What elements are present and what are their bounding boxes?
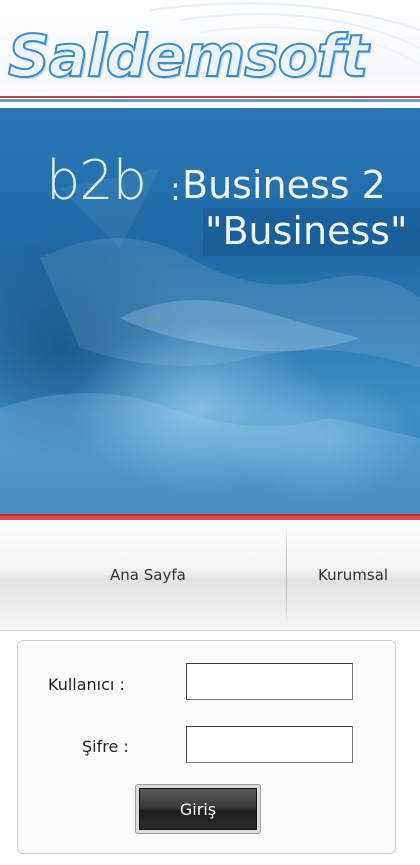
hero-banner: b2b : Business 2 "Business" xyxy=(0,108,420,514)
login-button-label: Giriş xyxy=(139,788,257,830)
site-logo[interactable]: Saldemsoft xyxy=(7,21,369,91)
username-field[interactable] xyxy=(186,663,353,700)
password-field[interactable] xyxy=(186,726,353,763)
header-divider-red xyxy=(0,96,420,98)
banner-b2b-text: b2b xyxy=(46,149,147,212)
password-label: Şifre : xyxy=(82,737,129,756)
banner-tagline-line2: "Business" xyxy=(205,209,408,253)
username-label: Kullanıcı : xyxy=(48,675,125,694)
header-divider-blue xyxy=(0,99,420,102)
nav-item-corporate[interactable]: Kurumsal xyxy=(318,520,388,630)
login-button[interactable]: Giriş xyxy=(135,784,261,834)
nav-separator xyxy=(286,526,287,624)
nav-item-home[interactable]: Ana Sayfa xyxy=(110,520,186,630)
banner-colon: : xyxy=(170,170,181,208)
banner-tagline-line1: Business 2 xyxy=(182,163,386,207)
main-nav: Ana Sayfa Kurumsal xyxy=(0,520,420,631)
site-header: Saldemsoft xyxy=(0,0,420,104)
